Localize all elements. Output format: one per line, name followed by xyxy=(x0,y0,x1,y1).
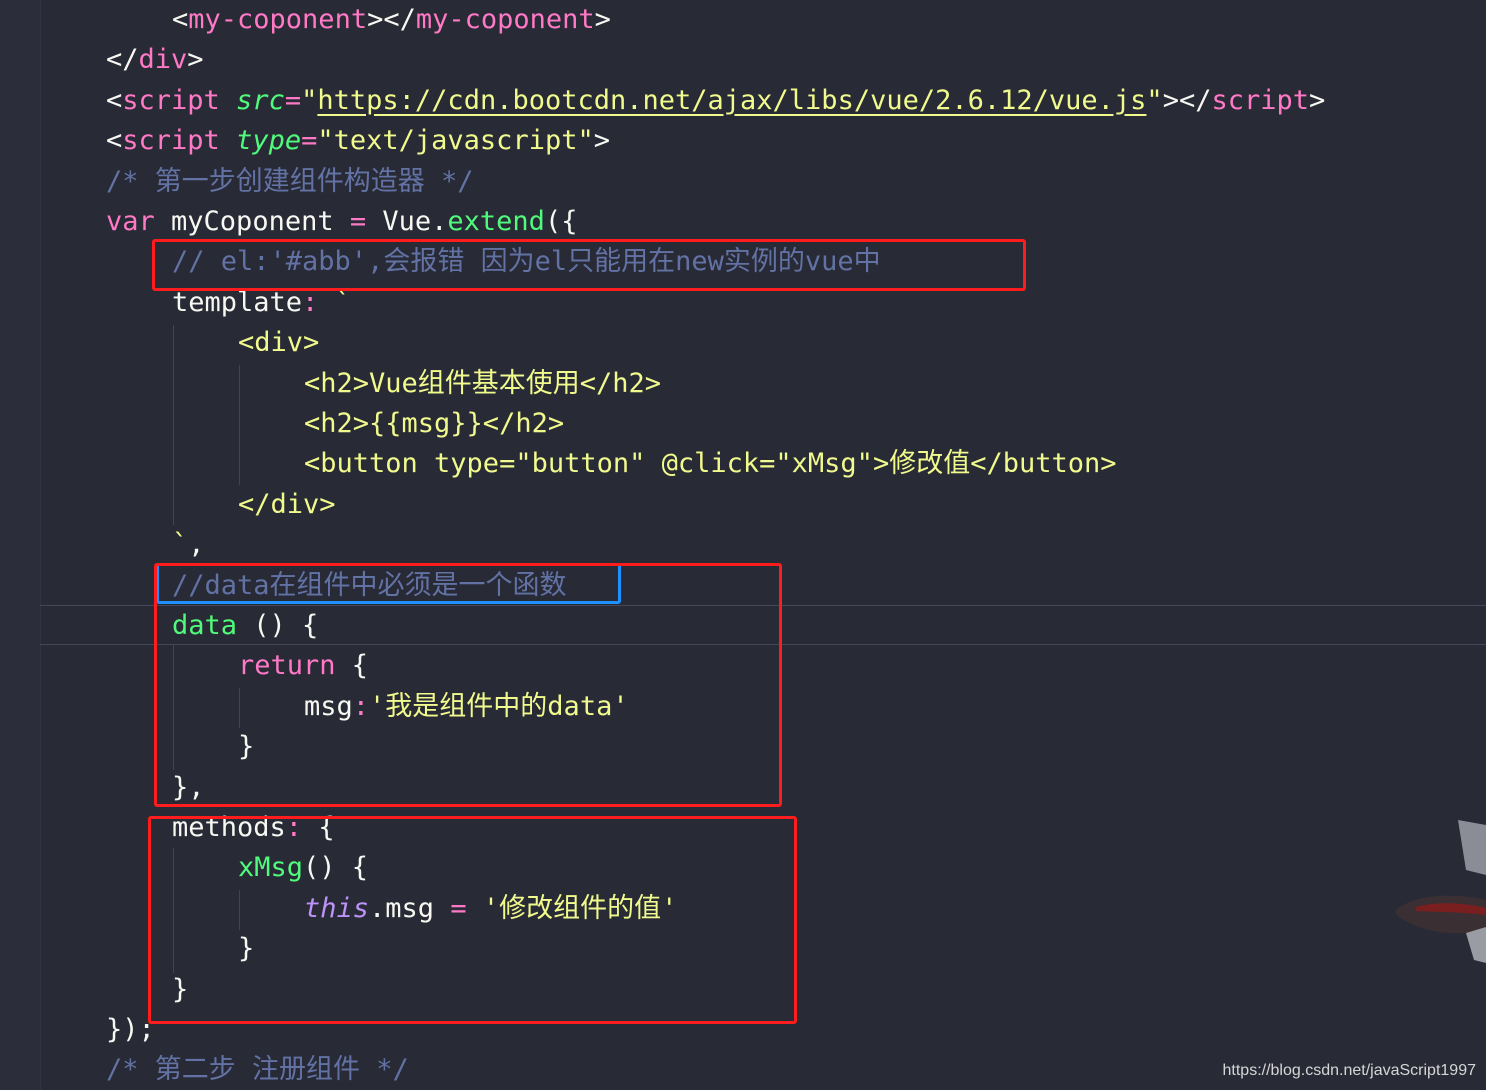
code-editor[interactable]: <my-coponent></my-coponent> </div> <script… xyxy=(0,0,1486,1090)
decorative-figure-icon xyxy=(1396,820,1486,963)
code-token: ></ xyxy=(1162,84,1212,116)
annotation-box-methods xyxy=(148,816,797,1024)
code-token: <h2>Vue组件基本使用</h2> xyxy=(304,367,662,399)
code-token: script xyxy=(1211,84,1310,116)
watermark: https://blog.csdn.net/javaScript1997 xyxy=(1222,1062,1477,1079)
code-token: type xyxy=(236,125,302,157)
code-token: var xyxy=(106,206,155,237)
code-token: = xyxy=(301,125,318,157)
code-token: > xyxy=(593,125,610,157)
indent-guide xyxy=(173,325,174,525)
code-line: <div> xyxy=(238,323,319,363)
code-token: my-coponent xyxy=(415,4,595,35)
code-line: var myCoponent = Vue.extend({ xyxy=(106,202,577,242)
code-token: < xyxy=(106,125,123,157)
code-line: /* 第二步 注册组件 */ xyxy=(106,1050,409,1090)
code-token: </div> xyxy=(238,488,336,520)
code-token: my-coponent xyxy=(188,4,368,35)
code-token: div xyxy=(138,44,188,76)
editor-gutter xyxy=(0,0,41,1090)
code-token: < xyxy=(106,84,123,116)
code-token: " xyxy=(1146,84,1163,116)
code-line: <h2>Vue组件基本使用</h2> xyxy=(304,364,661,404)
code-token: ({ xyxy=(544,206,578,237)
code-token: https://cdn.bootcdn.net/ajax/libs/vue/2.… xyxy=(317,84,1147,116)
code-token: <button type="button" @click="xMsg">修改值<… xyxy=(304,448,1117,480)
code-token: > xyxy=(594,4,611,35)
code-token: ` xyxy=(318,286,351,318)
code-line: <button type="button" @click="xMsg">修改值<… xyxy=(304,444,1117,484)
annotation-box-el-comment xyxy=(152,239,1026,291)
code-token: " xyxy=(301,84,318,116)
code-token: template xyxy=(172,286,303,318)
code-token: <div> xyxy=(238,327,320,359)
code-line: <h2>{{msg}}</h2> xyxy=(304,404,564,444)
code-token: ` xyxy=(172,529,189,561)
code-token: /* 第一步创建组件构造器 */ xyxy=(106,165,474,197)
code-token: /* 第二步 注册组件 */ xyxy=(106,1054,409,1086)
code-token: myCoponent xyxy=(154,206,350,237)
code-token: extend xyxy=(447,206,545,237)
code-token: "text/javascript" xyxy=(317,125,594,157)
code-line: </div> xyxy=(106,40,204,80)
code-token: = xyxy=(284,84,302,116)
code-line: </div> xyxy=(238,485,336,525)
code-token: > xyxy=(1309,84,1326,116)
code-line: <script type="text/javascript"> xyxy=(106,121,610,161)
code-token: = xyxy=(349,206,367,237)
code-line: /* 第一步创建组件构造器 */ xyxy=(106,162,474,202)
code-token: </ xyxy=(106,44,139,76)
annotation-box-data-function xyxy=(154,563,782,807)
code-token: : xyxy=(302,286,319,318)
code-line: `, xyxy=(172,525,205,565)
code-token: script xyxy=(122,125,220,157)
code-line: <script src="https://cdn.bootcdn.net/aja… xyxy=(106,81,1325,121)
code-token: <h2>{{msg}}</h2> xyxy=(304,408,565,439)
code-token: , xyxy=(188,529,205,561)
code-token: ></ xyxy=(367,4,416,35)
code-token: Vue. xyxy=(366,206,448,237)
indent-guide xyxy=(239,365,240,485)
code-token: < xyxy=(172,4,189,35)
code-token: script xyxy=(122,84,220,116)
code-token: src xyxy=(236,84,285,116)
code-line: <my-coponent></my-coponent> xyxy=(172,0,611,40)
code-token: > xyxy=(187,44,204,76)
